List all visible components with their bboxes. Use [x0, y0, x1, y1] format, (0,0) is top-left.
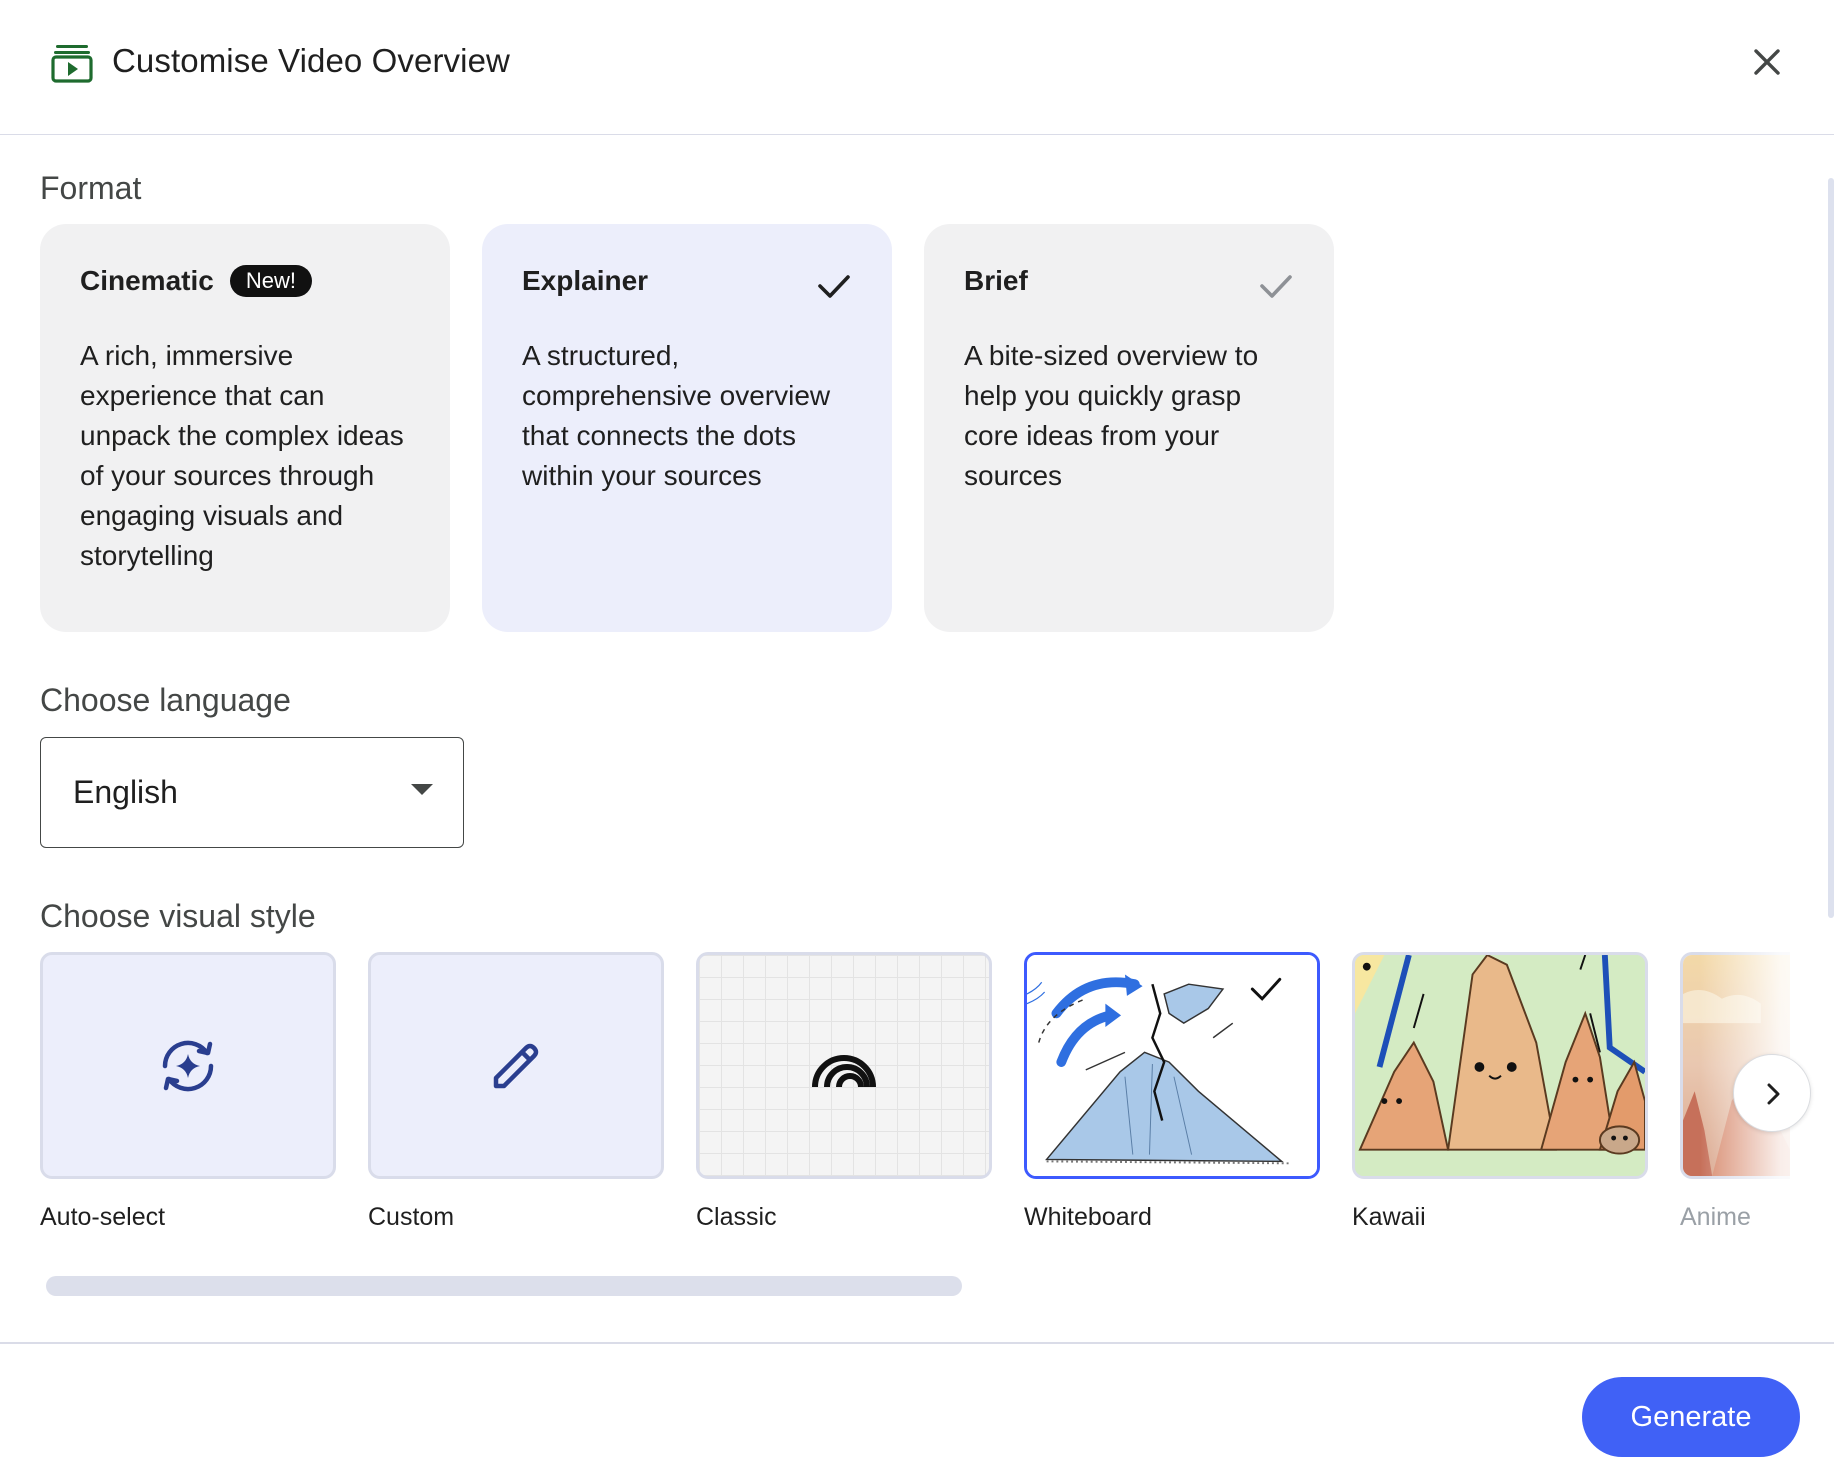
style-tile-auto-select[interactable] — [40, 952, 336, 1179]
style-tile-custom[interactable] — [368, 952, 664, 1179]
check-icon — [818, 275, 850, 298]
format-card-cinematic[interactable]: Cinematic New! A rich, immersive experie… — [40, 224, 450, 632]
format-card-brief[interactable]: Brief A bite-sized overview to help you … — [924, 224, 1334, 632]
chevron-right-icon — [1767, 1083, 1780, 1105]
whiteboard-preview — [1027, 955, 1317, 1176]
format-card-description: A structured, comprehensive overview tha… — [522, 340, 831, 491]
language-section-label: Choose language — [40, 682, 291, 718]
format-card-description: A bite-sized overview to help you quickl… — [964, 340, 1259, 491]
style-tile-kawaii[interactable] — [1352, 952, 1648, 1179]
style-label-auto-select: Auto-select — [40, 1203, 166, 1231]
generate-button[interactable]: Generate — [1582, 1377, 1800, 1457]
close-icon[interactable] — [1747, 42, 1787, 82]
visual-style-section-label: Choose visual style — [40, 898, 316, 934]
style-label-classic: Classic — [696, 1203, 777, 1231]
dialog-title: Customise Video Overview — [112, 42, 510, 79]
horizontal-scrollbar[interactable] — [46, 1276, 962, 1296]
style-label-anime: Anime — [1680, 1203, 1751, 1231]
style-label-custom: Custom — [368, 1203, 455, 1231]
style-label-whiteboard: Whiteboard — [1024, 1203, 1152, 1231]
style-tile-classic[interactable] — [696, 952, 992, 1179]
new-badge: New! — [229, 265, 312, 297]
caret-down-icon — [411, 784, 433, 795]
dialog-header: Customise Video Overview — [0, 0, 1834, 135]
format-card-title: Brief — [964, 265, 1028, 296]
format-section-label: Format — [40, 170, 142, 206]
style-tile-whiteboard[interactable] — [1024, 952, 1320, 1179]
style-label-kawaii: Kawaii — [1352, 1203, 1426, 1231]
carousel-next-button[interactable] — [1733, 1054, 1811, 1132]
format-card-title: Explainer — [522, 265, 649, 296]
customise-video-dialog: Customise Video Overview Format Cinemati… — [0, 0, 1834, 1478]
rainbow-arcs-icon — [812, 1054, 876, 1087]
check-icon — [1260, 275, 1292, 298]
language-selected-value: English — [73, 774, 178, 810]
vertical-scrollbar[interactable] — [1828, 178, 1834, 918]
format-card-description: A rich, immersive experience that can un… — [80, 340, 404, 571]
video-overview-icon — [51, 45, 93, 83]
format-card-title: Cinematic — [80, 265, 214, 296]
pencil-icon — [493, 1043, 539, 1088]
format-card-explainer[interactable]: Explainer A structured, comprehensive ov… — [482, 224, 892, 632]
auto-select-sparkle-icon — [162, 1040, 214, 1091]
kawaii-preview — [1355, 955, 1645, 1176]
footer-divider — [0, 1342, 1834, 1344]
language-dropdown[interactable]: English — [40, 737, 464, 848]
